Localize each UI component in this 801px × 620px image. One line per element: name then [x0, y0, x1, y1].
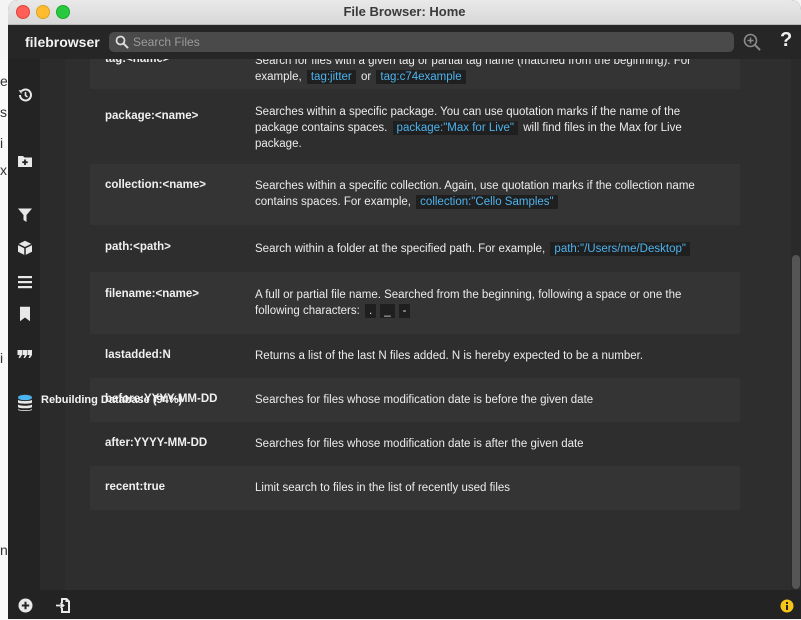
background-text: e	[0, 73, 8, 89]
brand-logo: filebrowser	[25, 34, 100, 50]
syntax-description: Search for files with a given tag or par…	[255, 59, 720, 85]
list-icon[interactable]	[17, 274, 33, 290]
syntax-key: filename:<name>	[105, 288, 199, 300]
table-row: after:YYYY-MM-DD Searches for files whos…	[90, 422, 740, 466]
table-row: package:<name> Searches within a specifi…	[90, 89, 740, 164]
window-title: File Browser: Home	[343, 4, 466, 19]
example-code[interactable]: tag:c74example	[376, 70, 466, 84]
sidebar	[8, 59, 40, 590]
syntax-key: recent:true	[105, 481, 166, 493]
database-icon[interactable]	[16, 394, 34, 412]
help-button[interactable]: ?	[780, 29, 792, 52]
table-row: filename:<name> A full or partial file n…	[90, 272, 740, 334]
syntax-description: Limit search to files in the list of rec…	[255, 482, 511, 494]
scrollbar-thumb[interactable]	[792, 255, 800, 589]
background-text: n	[0, 542, 8, 558]
background-text: i	[0, 350, 4, 366]
syntax-description: Searches for files whose modification da…	[255, 394, 594, 406]
tag-icon[interactable]	[17, 347, 33, 363]
syntax-description: Searches within a specific package. You …	[255, 104, 720, 152]
syntax-description: Searches for files whose modification da…	[255, 438, 584, 450]
filter-icon[interactable]	[17, 207, 33, 223]
syntax-description: Returns a list of the last N files added…	[255, 350, 644, 362]
example-code[interactable]: package:"Max for Live"	[392, 121, 519, 135]
table-row: recent:true Limit search to files in the…	[90, 466, 740, 510]
example-code[interactable]: path:"/Users/me/Desktop"	[550, 242, 690, 256]
syntax-description: Searches within a specific collection. A…	[255, 178, 720, 210]
background-text: s	[0, 104, 7, 120]
description-text: Search within a folder at the specified …	[255, 243, 546, 255]
separator-char: -	[398, 304, 411, 318]
package-icon[interactable]	[17, 240, 33, 256]
syntax-key: lastadded:N	[105, 349, 171, 361]
toolbar: filebrowser Search Files ?	[8, 25, 801, 59]
table-row: before:YYYY-MM-DD Searches for files who…	[90, 378, 740, 422]
syntax-description: Search within a folder at the specified …	[255, 241, 720, 257]
syntax-key: after:YYYY-MM-DD	[105, 437, 208, 449]
example-code[interactable]: collection:"Cello Samples"	[416, 195, 558, 209]
separator-char: .	[365, 304, 377, 318]
search-help-panel: tag:<name> Search for files with a given…	[40, 59, 791, 590]
bookmark-icon[interactable]	[17, 306, 33, 322]
separator-char: _	[380, 304, 395, 318]
add-icon[interactable]	[18, 598, 33, 613]
search-input[interactable]: Search Files	[109, 32, 734, 52]
example-code[interactable]: tag:jitter	[306, 70, 356, 84]
background-text: i	[0, 135, 4, 151]
bottom-bar	[8, 590, 801, 619]
content-gutter	[40, 59, 65, 590]
import-icon[interactable]	[55, 597, 71, 614]
search-icon	[115, 35, 129, 49]
history-icon[interactable]	[17, 87, 33, 103]
background-text: x	[0, 162, 7, 178]
description-text: A full or partial file name. Searched fr…	[255, 289, 682, 317]
description-text: or	[360, 71, 372, 83]
table-row: lastadded:N Returns a list of the last N…	[90, 334, 740, 378]
table-row: path:<path> Search within a folder at th…	[90, 225, 740, 272]
database-status-label: Rebuilding Database (94%)	[41, 394, 183, 406]
search-placeholder: Search Files	[133, 35, 200, 49]
syntax-key: collection:<name>	[105, 179, 206, 191]
table-row: tag:<name> Search for files with a given…	[90, 59, 740, 89]
file-browser-window: File Browser: Home filebrowser Search Fi…	[8, 0, 801, 619]
zoom-in-icon[interactable]	[743, 33, 761, 51]
add-folder-icon[interactable]	[17, 153, 33, 169]
syntax-description: A full or partial file name. Searched fr…	[255, 287, 720, 319]
syntax-key: path:<path>	[105, 241, 171, 253]
table-row: collection:<name> Searches within a spec…	[90, 164, 740, 225]
info-icon[interactable]	[780, 599, 794, 613]
title-bar: File Browser: Home	[8, 0, 801, 25]
syntax-key: package:<name>	[105, 110, 199, 122]
background-window: e s i x i n	[0, 60, 8, 620]
syntax-key: tag:<name>	[105, 59, 170, 65]
scrollbar[interactable]	[791, 59, 801, 590]
